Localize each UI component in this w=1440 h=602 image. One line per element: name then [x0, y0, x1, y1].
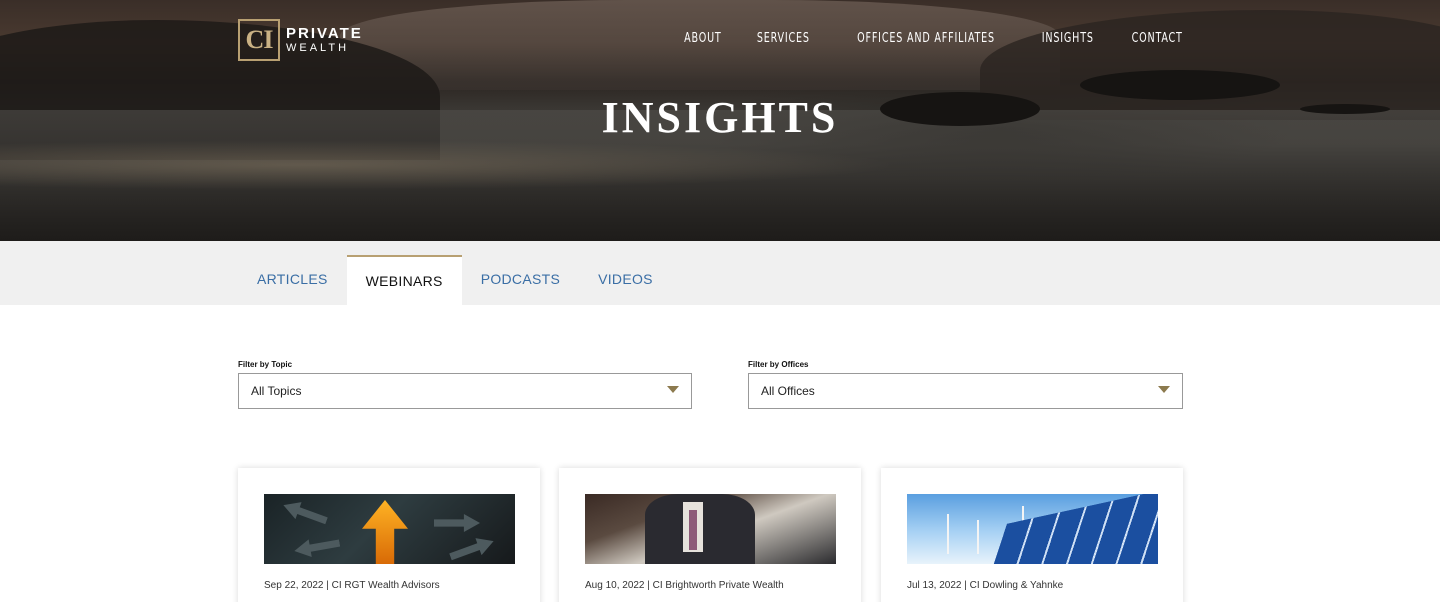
tab-podcasts[interactable]: PODCASTS: [462, 255, 579, 305]
tab-articles[interactable]: ARTICLES: [238, 255, 347, 305]
offices-select-value: All Offices: [761, 384, 815, 398]
topic-select-value: All Topics: [251, 384, 302, 398]
offices-filter-label: Filter by Offices: [748, 360, 809, 369]
webinar-card[interactable]: Sep 22, 2022 | CI RGT Wealth Advisors: [238, 468, 540, 602]
businessman-tablet-image[interactable]: [585, 494, 836, 564]
logo-line-2: WEALTH: [286, 42, 350, 54]
tabs-bar: ARTICLES WEBINARS PODCASTS VIDEOS: [0, 241, 1440, 305]
hero-lake-glow: [0, 140, 900, 190]
chevron-down-icon: [1158, 386, 1170, 393]
card-meta: Jul 13, 2022 | CI Dowling & Yahnke: [907, 580, 1064, 591]
main-nav: ABOUT SERVICES OFFICES AND AFFILIATES IN…: [680, 31, 1188, 46]
offices-select[interactable]: All Offices: [748, 373, 1183, 409]
tab-webinars[interactable]: WEBINARS: [346, 255, 462, 305]
wind-turbine: [947, 514, 949, 554]
topic-select[interactable]: All Topics: [238, 373, 692, 409]
page-title: INSIGHTS: [601, 93, 839, 142]
logo-line-1: PRIVATE: [286, 25, 363, 42]
hero-banner: CI PRIVATE WEALTH ABOUT SERVICES OFFICES…: [0, 0, 1440, 241]
webinar-card[interactable]: Aug 10, 2022 | CI Brightworth Private We…: [559, 468, 861, 602]
nav-contact[interactable]: CONTACT: [1131, 31, 1182, 46]
nav-services[interactable]: SERVICES: [757, 31, 810, 46]
chevron-down-icon: [667, 386, 679, 393]
topic-filter-label: Filter by Topic: [238, 360, 293, 369]
site-logo[interactable]: CI PRIVATE WEALTH: [238, 19, 363, 61]
arrow-shape: [447, 533, 496, 564]
arrow-shape: [280, 497, 329, 530]
content-tabs: ARTICLES WEBINARS PODCASTS VIDEOS: [238, 255, 672, 305]
arrow-shape: [293, 534, 341, 560]
logo-mark: CI: [238, 19, 280, 61]
nav-about[interactable]: ABOUT: [684, 31, 721, 46]
nav-insights[interactable]: INSIGHTS: [1042, 31, 1094, 46]
offices-filter: Filter by Offices All Offices: [748, 360, 1183, 409]
arrow-up-icon: [362, 500, 408, 564]
wind-turbine: [977, 520, 979, 554]
card-meta: Sep 22, 2022 | CI RGT Wealth Advisors: [264, 580, 440, 591]
webinar-card[interactable]: Jul 13, 2022 | CI Dowling & Yahnke: [881, 468, 1183, 602]
arrow-shape: [434, 514, 480, 532]
tab-videos[interactable]: VIDEOS: [579, 255, 672, 305]
topic-filter: Filter by Topic All Topics: [238, 360, 692, 409]
solar-panel: [978, 494, 1158, 564]
orange-arrow-up-image[interactable]: [264, 494, 515, 564]
tie-shape: [689, 510, 697, 550]
card-meta: Aug 10, 2022 | CI Brightworth Private We…: [585, 580, 784, 591]
solar-panels-wind-turbines-image[interactable]: [907, 494, 1158, 564]
nav-offices-and-affiliates[interactable]: OFFICES AND AFFILIATES: [857, 31, 995, 46]
logo-wordmark: PRIVATE WEALTH: [286, 26, 363, 54]
